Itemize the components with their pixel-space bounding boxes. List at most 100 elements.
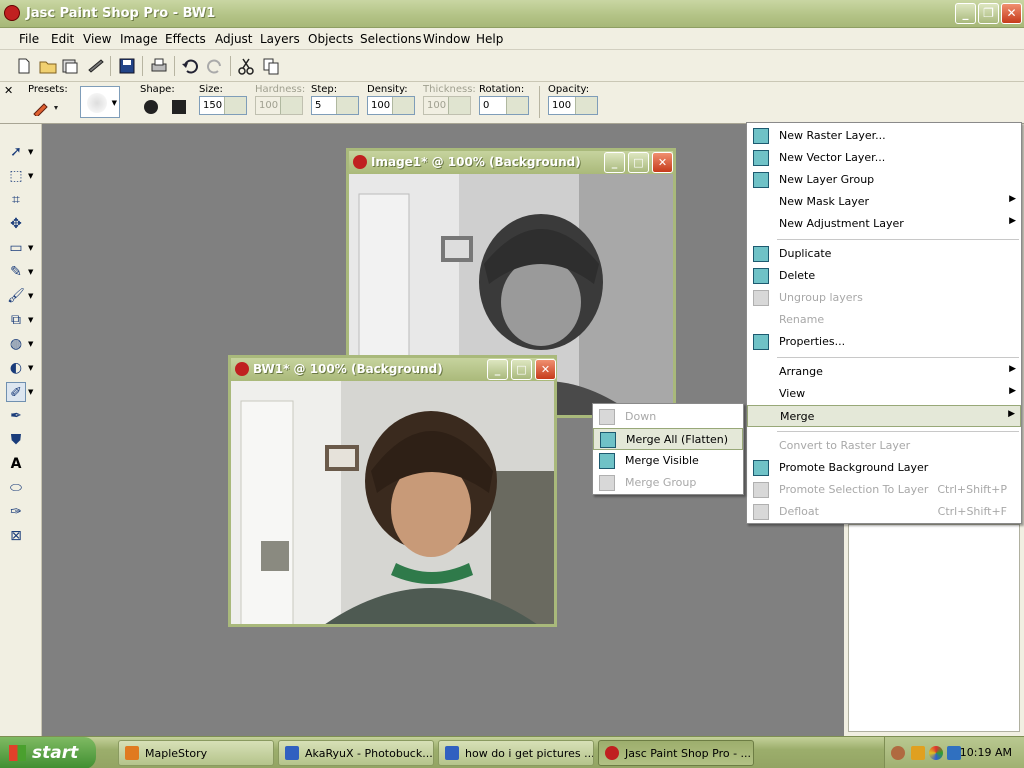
undo-icon[interactable] — [180, 56, 200, 76]
menu-window[interactable]: Window — [423, 32, 470, 46]
menu-item-new-adjustment-layer[interactable]: New Adjustment Layer ▶ — [747, 213, 1021, 235]
picture-tube-tool-icon[interactable]: ✒ — [6, 406, 26, 426]
density-input[interactable]: 100 — [367, 96, 415, 115]
menu-item-promote-background[interactable]: Promote Background Layer — [747, 457, 1021, 479]
app-titlebar[interactable]: Jasc Paint Shop Pro - BW1 _ ❐ ✕ — [0, 0, 1024, 28]
menu-help[interactable]: Help — [476, 32, 503, 46]
menu-item-ungroup-layers[interactable]: Ungroup layers — [747, 287, 1021, 309]
flood-fill-tool-icon[interactable]: ⛊ — [6, 430, 26, 450]
menu-view[interactable]: View — [83, 32, 111, 46]
menu-item-merge[interactable]: Merge ▶ — [747, 405, 1021, 427]
menu-item-promote-selection[interactable]: Promote Selection To Layer Ctrl+Shift+P — [747, 479, 1021, 501]
menu-item-rename[interactable]: Rename — [747, 309, 1021, 331]
copy-icon[interactable] — [261, 56, 281, 76]
menu-item-merge-all[interactable]: Merge All (Flatten) — [593, 428, 743, 450]
image1-titlebar[interactable]: Image1* @ 100% (Background) _ □ ✕ — [349, 151, 673, 174]
ungroup-icon — [753, 290, 769, 306]
pick-tool-icon[interactable]: ➚ — [6, 142, 26, 162]
brush-tip-dropdown[interactable]: ▼ — [80, 86, 120, 118]
menu-item-view[interactable]: View ▶ — [747, 383, 1021, 405]
close-button[interactable]: ✕ — [1001, 3, 1022, 24]
selection-tool-icon[interactable]: ⬚ — [6, 166, 26, 186]
new-file-icon[interactable] — [14, 56, 34, 76]
menu-file[interactable]: File — [19, 32, 39, 46]
restore-button[interactable]: ❐ — [978, 3, 999, 24]
bw1-maximize-button[interactable]: □ — [511, 359, 532, 380]
paint-brush-tool-icon[interactable]: 🖌 — [6, 286, 26, 306]
step-input[interactable]: 5 — [311, 96, 359, 115]
print-icon[interactable] — [149, 56, 169, 76]
redo-icon[interactable] — [205, 56, 225, 76]
rotation-input[interactable]: 0 — [479, 96, 529, 115]
bw1-document-window[interactable]: BW1* @ 100% (Background) _ □ ✕ — [228, 355, 557, 627]
menu-item-new-vector-layer[interactable]: New Vector Layer... — [747, 147, 1021, 169]
bw1-close-button[interactable]: ✕ — [535, 359, 556, 380]
menu-item-arrange[interactable]: Arrange ▶ — [747, 361, 1021, 383]
size-input[interactable]: 150 — [199, 96, 247, 115]
image1-maximize-button[interactable]: □ — [628, 152, 649, 173]
round-shape-button[interactable] — [144, 100, 158, 114]
opacity-input[interactable]: 100 — [548, 96, 598, 115]
open-folder-icon[interactable] — [38, 56, 58, 76]
menu-item-properties[interactable]: Properties... — [747, 331, 1021, 353]
move-tool-icon[interactable]: ✥ — [6, 214, 26, 234]
tray-expand-icon[interactable] — [891, 746, 905, 760]
marquee-tool-icon[interactable]: ▭ — [6, 238, 26, 258]
bw1-canvas[interactable] — [231, 381, 554, 624]
text-tool-icon[interactable]: A — [6, 454, 26, 474]
menu-item-merge-group[interactable]: Merge Group — [593, 472, 743, 494]
eraser-tool-icon[interactable]: ✐ — [6, 382, 26, 402]
clock[interactable]: 10:19 AM — [960, 746, 1012, 759]
layers-list[interactable] — [848, 524, 1020, 732]
save-icon[interactable] — [117, 56, 137, 76]
defloat-icon — [753, 504, 769, 520]
menu-item-convert-to-raster[interactable]: Convert to Raster Layer — [747, 435, 1021, 457]
menu-item-merge-down[interactable]: Down — [593, 406, 743, 428]
image1-close-button[interactable]: ✕ — [652, 152, 673, 173]
app-icon[interactable] — [4, 5, 20, 21]
menu-item-defloat[interactable]: Defloat Ctrl+Shift+F — [747, 501, 1021, 523]
menu-effects[interactable]: Effects — [165, 32, 206, 46]
preset-shape-tool-icon[interactable]: ⬭ — [6, 478, 26, 498]
cut-icon[interactable] — [236, 56, 256, 76]
tray-colorful-icon[interactable] — [929, 746, 943, 760]
task-photobucket[interactable]: AkaRyuX - Photobuck... — [278, 740, 434, 766]
menu-item-new-raster-layer[interactable]: New Raster Layer... — [747, 125, 1021, 147]
square-shape-button[interactable] — [172, 100, 186, 114]
menu-edit[interactable]: Edit — [51, 32, 74, 46]
thickness-input[interactable]: 100 — [423, 96, 471, 115]
bw1-titlebar[interactable]: BW1* @ 100% (Background) _ □ ✕ — [231, 358, 556, 381]
browse-icon[interactable] — [60, 56, 80, 76]
menu-selections[interactable]: Selections — [360, 32, 422, 46]
menu-item-merge-visible[interactable]: Merge Visible — [593, 450, 743, 472]
bw1-minimize-button[interactable]: _ — [487, 359, 508, 380]
menu-item-new-mask-layer[interactable]: New Mask Layer ▶ — [747, 191, 1021, 213]
menu-item-duplicate[interactable]: Duplicate — [747, 243, 1021, 265]
chevron-down-icon: ▼ — [28, 244, 34, 252]
task-how-do-i-get-pictures[interactable]: how do i get pictures ... — [438, 740, 594, 766]
presets-brush-icon[interactable] — [32, 98, 60, 116]
delete-icon — [753, 268, 769, 284]
task-maplestory[interactable]: MapleStory — [118, 740, 274, 766]
tray-app-icon[interactable] — [911, 746, 925, 760]
close-options-icon[interactable]: ✕ — [4, 84, 13, 97]
menu-item-new-layer-group[interactable]: New Layer Group — [747, 169, 1021, 191]
crop-tool-icon[interactable]: ⌗ — [6, 190, 26, 210]
image1-minimize-button[interactable]: _ — [604, 152, 625, 173]
minimize-button[interactable]: _ — [955, 3, 976, 24]
scan-icon[interactable] — [86, 56, 106, 76]
menu-adjust[interactable]: Adjust — [215, 32, 253, 46]
menu-objects[interactable]: Objects — [308, 32, 353, 46]
task-paint-shop-pro[interactable]: Jasc Paint Shop Pro - ... — [598, 740, 754, 766]
retouch-tool-icon[interactable]: ◍ — [6, 334, 26, 354]
object-selector-tool-icon[interactable]: ⊠ — [6, 526, 26, 546]
start-button[interactable]: start — [0, 737, 96, 768]
menu-item-delete[interactable]: Delete — [747, 265, 1021, 287]
menu-image[interactable]: Image — [120, 32, 158, 46]
clone-tool-icon[interactable]: ⧉ — [6, 310, 26, 330]
hardness-input[interactable]: 100 — [255, 96, 303, 115]
color-replacer-tool-icon[interactable]: ◐ — [6, 358, 26, 378]
menu-layers[interactable]: Layers — [260, 32, 300, 46]
pen-tool-icon[interactable]: ✑ — [6, 502, 26, 522]
dropper-tool-icon[interactable]: ✎ — [6, 262, 26, 282]
